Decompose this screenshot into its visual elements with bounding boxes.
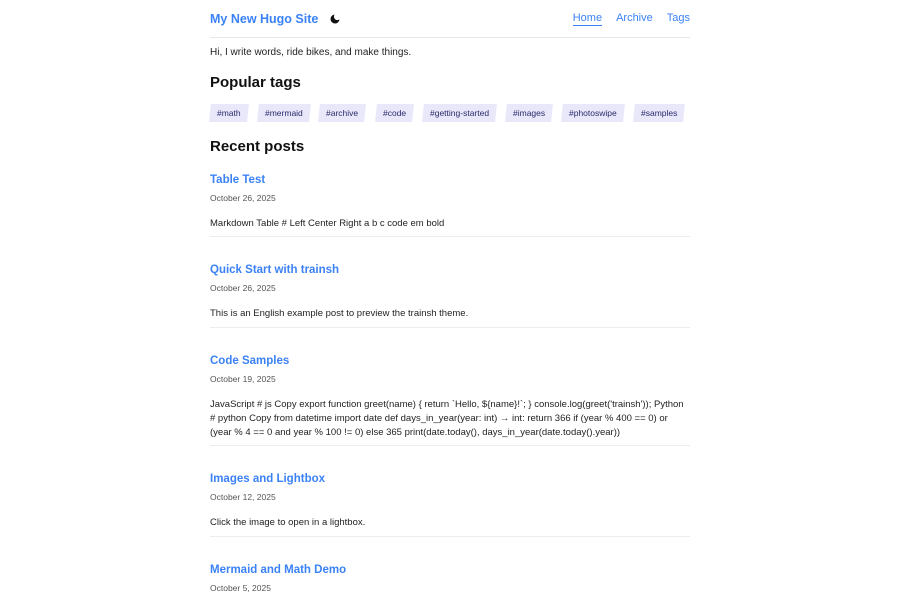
tag-samples[interactable]: #samples: [632, 104, 686, 122]
post-item: Images and Lightbox October 12, 2025 Cli…: [210, 469, 690, 537]
nav-tags[interactable]: Tags: [667, 12, 690, 26]
tag-archive[interactable]: #archive: [318, 104, 367, 122]
tag-label: #math: [217, 108, 241, 118]
intro-text: Hi, I write words, ride bikes, and make …: [210, 47, 412, 58]
tag-label: #images: [512, 108, 545, 118]
post-date: October 12, 2025: [210, 492, 276, 502]
post-item: Quick Start with trainsh October 26, 202…: [210, 260, 690, 328]
tag-photoswipe[interactable]: #photoswipe: [561, 104, 625, 122]
popular-tags-heading: Popular tags: [210, 74, 301, 91]
tag-code[interactable]: #code: [374, 104, 414, 122]
post-excerpt: This is an English example post to previ…: [210, 308, 469, 319]
post-excerpt: JavaScript # js Copy export function gre…: [210, 399, 684, 438]
post-excerpt: Markdown Table # Left Center Right a b c…: [210, 218, 445, 229]
site-title-link[interactable]: My New Hugo Site: [210, 12, 318, 26]
post-title-link[interactable]: Mermaid and Math Demo: [210, 564, 346, 576]
tag-list: #math #mermaid #archive #code #getting-s…: [209, 104, 690, 122]
tag-label: #getting-started: [429, 108, 489, 118]
nav-home[interactable]: Home: [572, 12, 603, 26]
moon-icon[interactable]: [326, 10, 344, 28]
tag-mermaid[interactable]: #mermaid: [256, 104, 311, 122]
tag-label: #samples: [640, 108, 678, 118]
tag-label: #archive: [326, 108, 359, 118]
tag-getting-started[interactable]: #getting-started: [421, 104, 497, 122]
main-nav: Home Archive Tags: [572, 12, 690, 26]
brand: My New Hugo Site: [210, 10, 344, 28]
recent-posts-heading: Recent posts: [210, 138, 305, 155]
post-title-link[interactable]: Quick Start with trainsh: [210, 264, 339, 276]
post-item: Code Samples October 19, 2025 JavaScript…: [210, 351, 690, 446]
tag-images[interactable]: #images: [504, 104, 553, 122]
tag-math[interactable]: #math: [209, 104, 249, 122]
tag-label: #mermaid: [264, 108, 303, 118]
tag-label: #photoswipe: [568, 108, 617, 118]
post-date: October 5, 2025: [210, 583, 271, 593]
nav-archive[interactable]: Archive: [616, 12, 653, 26]
site-header: My New Hugo Site Home Archive Tags: [210, 0, 690, 38]
post-item: Mermaid and Math Demo October 5, 2025: [210, 560, 690, 593]
post-title-link[interactable]: Images and Lightbox: [210, 473, 325, 485]
post-excerpt: Click the image to open in a lightbox.: [210, 517, 366, 528]
page-container: My New Hugo Site Home Archive Tags Hi, I…: [209, 0, 690, 593]
post-title-link[interactable]: Table Test: [210, 174, 265, 186]
post-item: Table Test October 26, 2025 Markdown Tab…: [210, 170, 690, 237]
post-date: October 19, 2025: [210, 374, 276, 384]
post-title-link[interactable]: Code Samples: [210, 355, 289, 367]
tag-label: #code: [382, 108, 406, 118]
post-date: October 26, 2025: [210, 193, 276, 203]
post-date: October 26, 2025: [210, 283, 276, 293]
